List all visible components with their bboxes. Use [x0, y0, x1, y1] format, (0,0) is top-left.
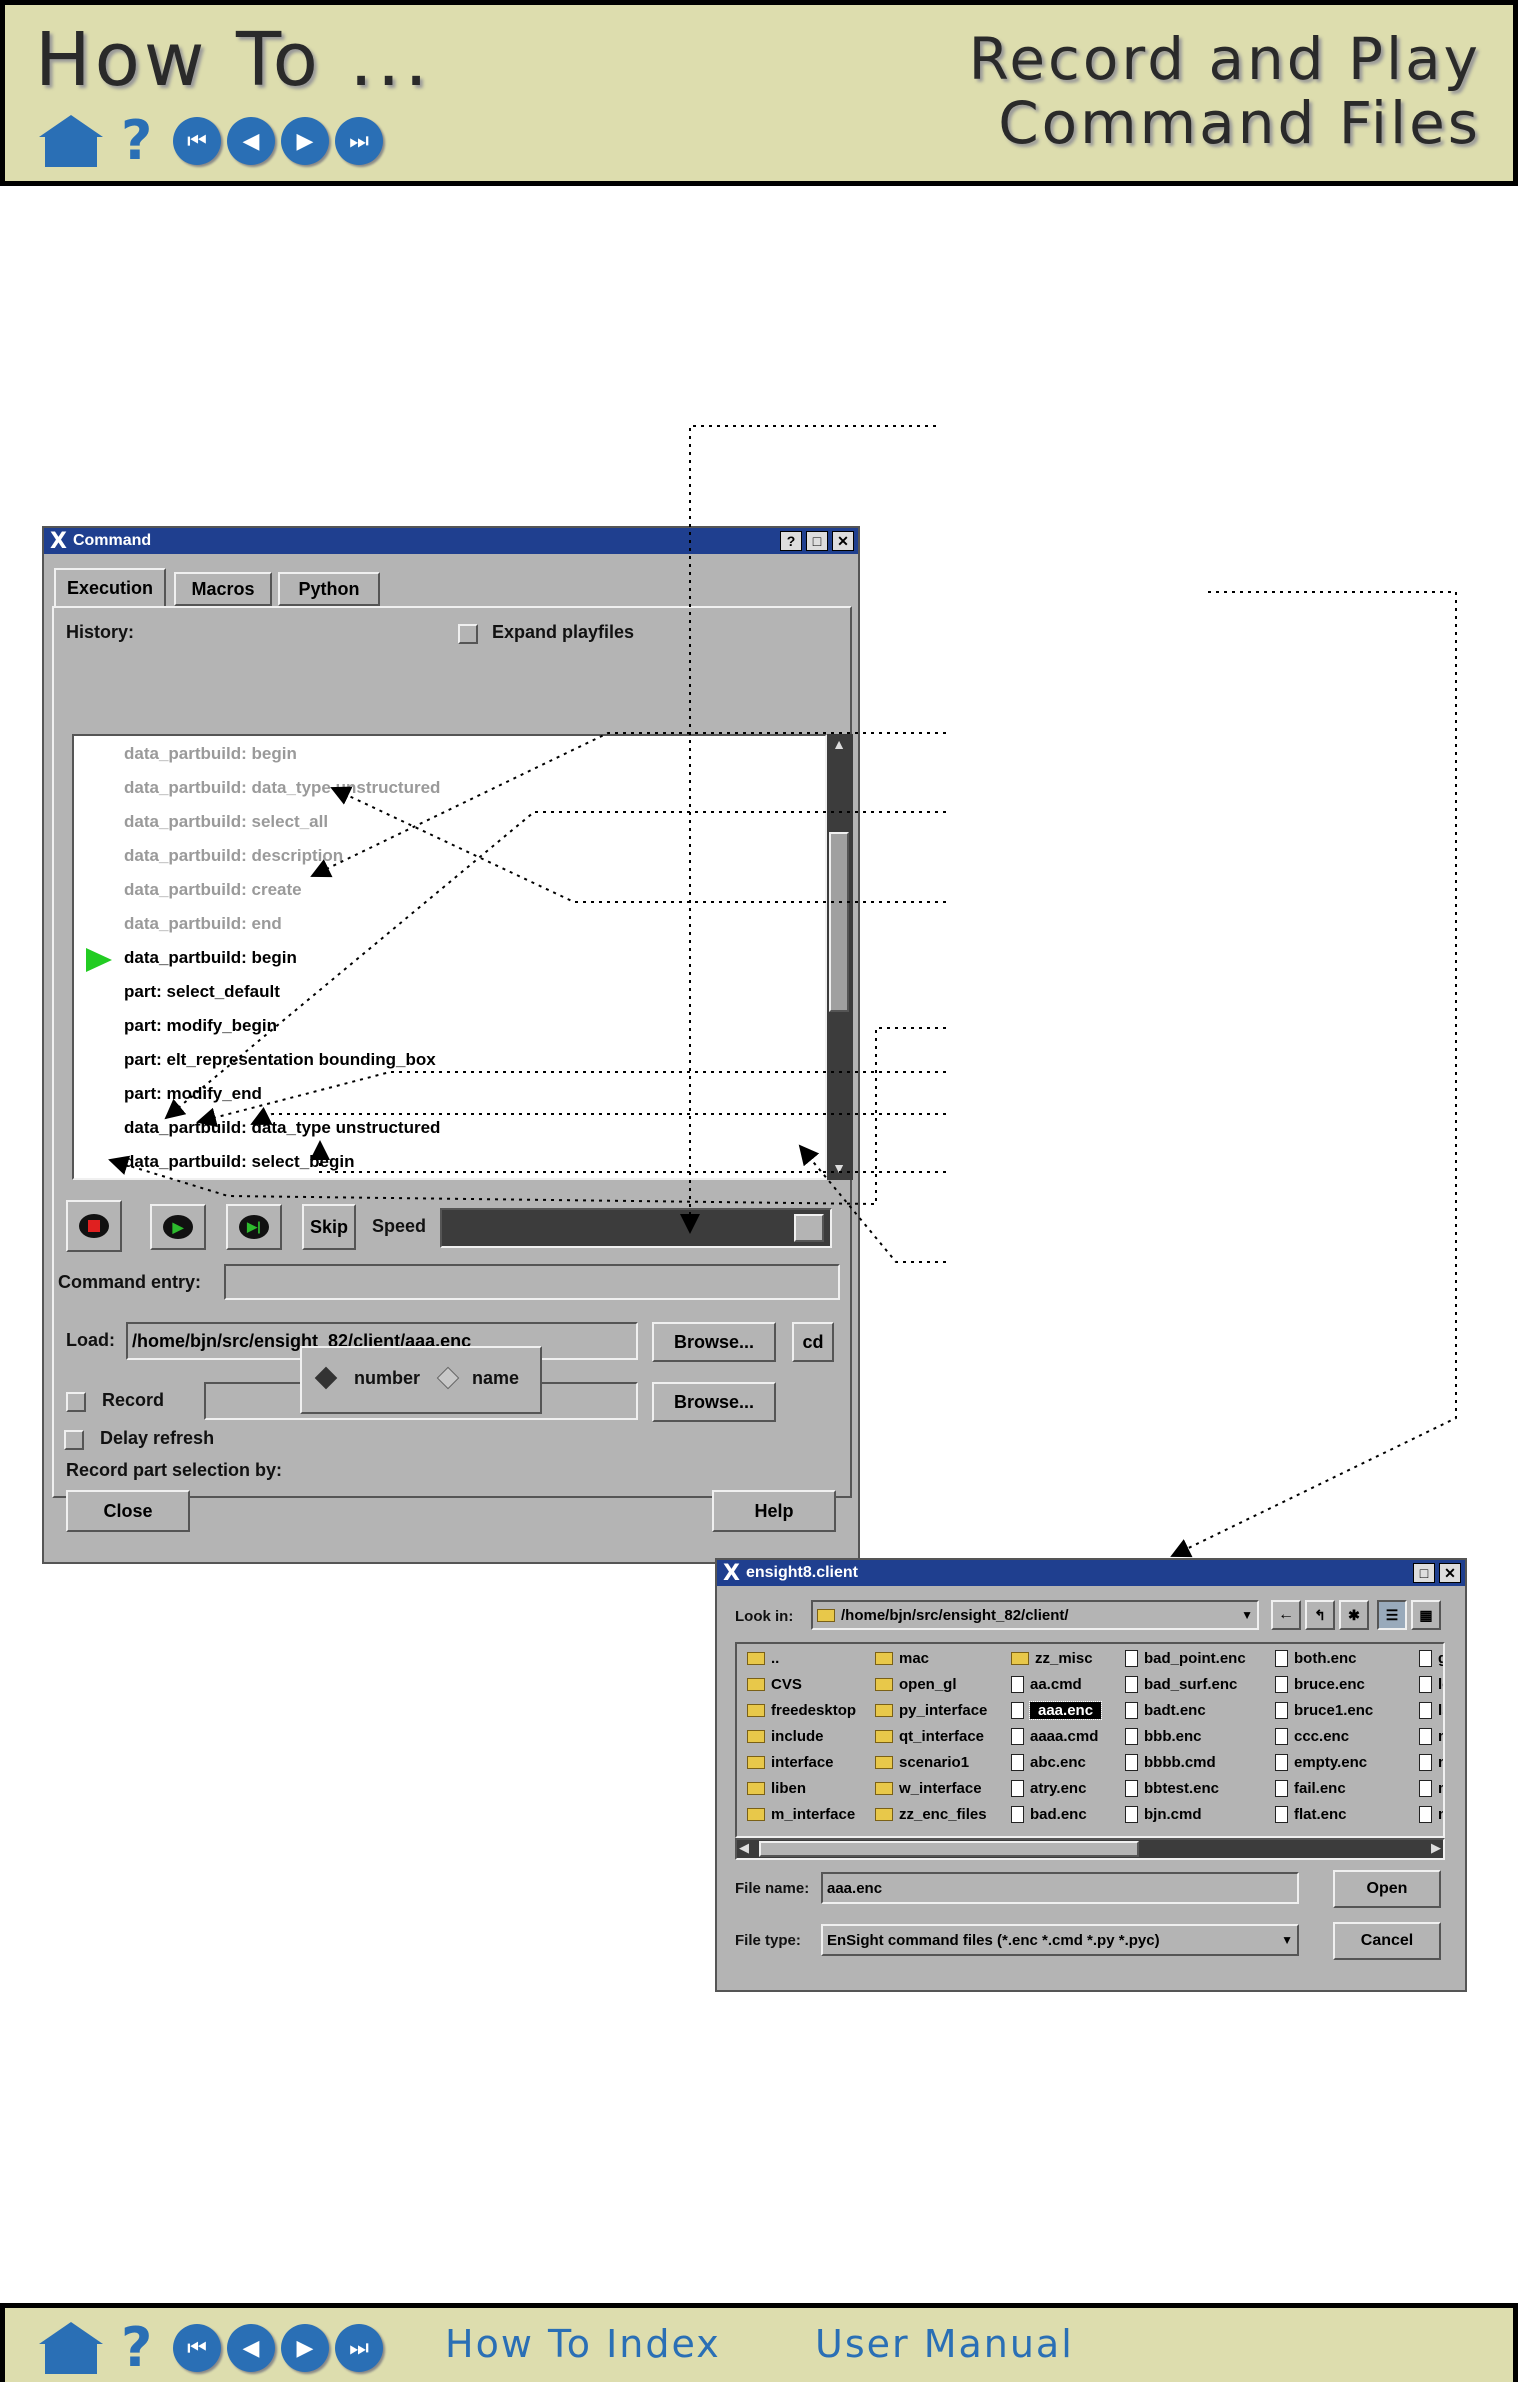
callout-command-entry: [108, 1027, 946, 1206]
how-to-index-link[interactable]: How To Index: [445, 2322, 721, 2366]
callout-file-dialog: [1170, 591, 1457, 1558]
callout-play-button: [164, 811, 946, 1120]
help-icon[interactable]: ?: [121, 2320, 161, 2376]
user-manual-link[interactable]: User Manual: [815, 2322, 1074, 2366]
home-icon[interactable]: [39, 2322, 103, 2374]
callout-current-line: [310, 732, 946, 878]
first-page-icon[interactable]: ⏮: [173, 2324, 221, 2372]
bottom-nav: ? ⏮ ◀ ▶ ⏭: [39, 2320, 383, 2376]
callout-skip-button: [310, 1140, 946, 1173]
callout-completed-line: [330, 786, 946, 903]
last-page-icon[interactable]: ⏭: [335, 2324, 383, 2372]
callout-pause-button: [250, 1107, 946, 1125]
previous-page-icon[interactable]: ◀: [227, 2324, 275, 2372]
next-page-icon[interactable]: ▶: [281, 2324, 329, 2372]
annotation-callouts: [108, 425, 1457, 1558]
page-footer: ? ⏮ ◀ ▶ ⏭ How To Index User Manual: [0, 2303, 1518, 2382]
callout-load-browse: [680, 425, 936, 1234]
